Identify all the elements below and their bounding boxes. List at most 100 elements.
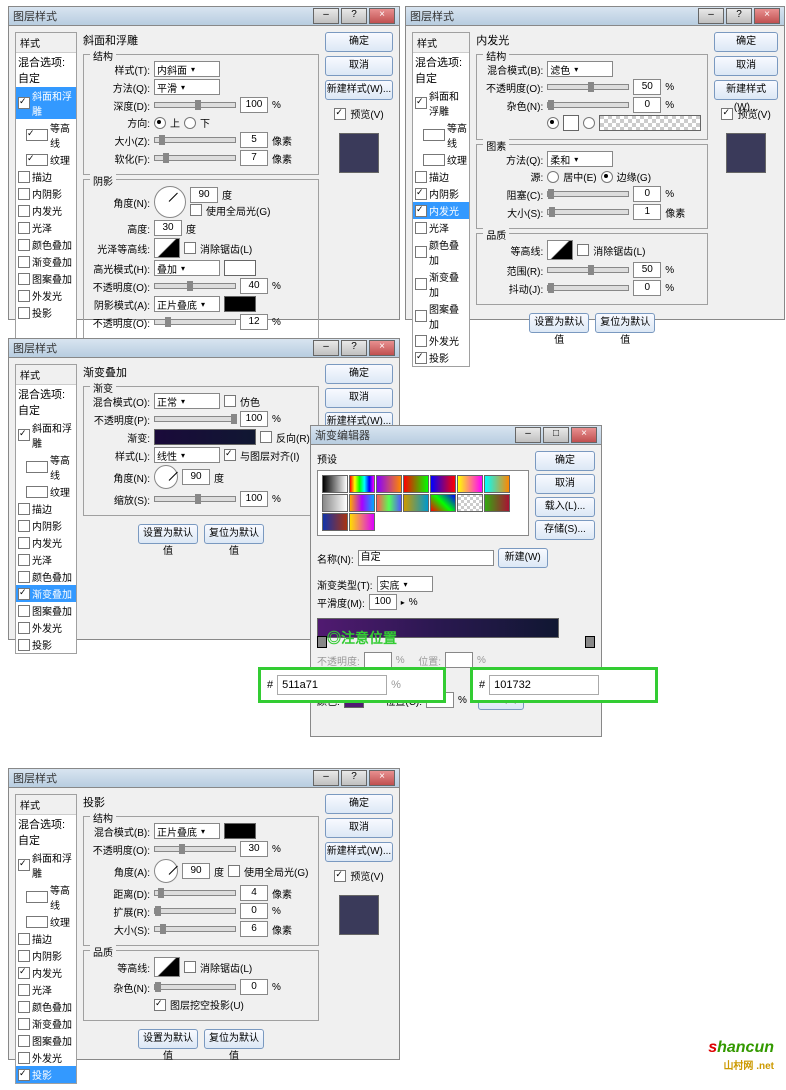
cancel-button[interactable]: 取消 (714, 56, 778, 76)
center-radio[interactable] (547, 171, 559, 183)
gradient-picker[interactable] (154, 429, 256, 445)
antialias-checkbox[interactable] (577, 244, 589, 256)
style-checkbox[interactable] (18, 1018, 30, 1030)
ge-new-button[interactable]: 新建(W) (498, 548, 548, 568)
style-checkbox[interactable] (18, 1035, 30, 1047)
style-item-11[interactable]: 投影 (16, 636, 76, 653)
scale-slider[interactable] (154, 496, 236, 502)
gloss-contour[interactable] (154, 238, 180, 258)
style-item-4[interactable]: 内阴影 (413, 185, 469, 202)
knockout-checkbox[interactable] (154, 999, 166, 1011)
set-default-button[interactable]: 设置为默认值 (138, 524, 198, 544)
style-item-11[interactable]: 投影 (413, 349, 469, 366)
maximize-icon[interactable]: □ (543, 427, 569, 443)
new-style-button[interactable]: 新建样式(W)... (325, 842, 393, 862)
dir-down-radio[interactable] (184, 117, 196, 129)
style-checkbox[interactable] (18, 950, 30, 962)
style-checkbox[interactable] (18, 622, 30, 634)
help-icon[interactable]: ? (341, 8, 367, 24)
style-item-9[interactable]: 图案叠加 (16, 1032, 76, 1049)
ok-button[interactable]: 确定 (325, 794, 393, 814)
opacity-slider[interactable] (154, 846, 236, 852)
hl-opacity-input[interactable]: 40 (240, 278, 268, 294)
preview-checkbox[interactable] (334, 870, 346, 882)
style-item-6[interactable]: 光泽 (413, 219, 469, 236)
minimize-icon[interactable]: – (515, 427, 541, 443)
style-checkbox[interactable] (18, 171, 30, 183)
close-icon[interactable]: × (754, 8, 780, 24)
style-checkbox[interactable] (18, 97, 30, 109)
style-item-0[interactable]: 斜面和浮雕 (16, 419, 76, 451)
style-item-8[interactable]: 渐变叠加 (413, 268, 469, 300)
style-item-7[interactable]: 颜色叠加 (16, 998, 76, 1015)
style-checkbox[interactable] (415, 205, 427, 217)
ok-button[interactable]: 确定 (325, 364, 393, 384)
style-item-8[interactable]: 渐变叠加 (16, 585, 76, 602)
soften-input[interactable]: 7 (240, 150, 268, 166)
depth-input[interactable]: 100 (240, 97, 268, 113)
style-item-3[interactable]: 描边 (413, 168, 469, 185)
style-checkbox[interactable] (18, 256, 30, 268)
style-checkbox[interactable] (18, 429, 30, 441)
style-checkbox[interactable] (18, 588, 30, 600)
style-item-1[interactable]: 等高线 (413, 119, 469, 151)
preset-swatch[interactable] (349, 494, 375, 512)
style-checkbox[interactable] (415, 171, 427, 183)
style-item-2[interactable]: 纹理 (16, 151, 76, 168)
sh-opacity-input[interactable]: 12 (240, 314, 268, 330)
style-checkbox[interactable] (415, 222, 427, 234)
cancel-button[interactable]: 取消 (325, 56, 393, 76)
angle-wheel[interactable] (154, 465, 178, 489)
opacity-input[interactable]: 100 (240, 411, 268, 427)
size-input[interactable]: 1 (633, 204, 661, 220)
blend-options-item[interactable]: 混合选项:自定 (16, 53, 76, 87)
minimize-icon[interactable]: – (313, 8, 339, 24)
style-checkbox[interactable] (18, 639, 30, 651)
style-item-5[interactable]: 内发光 (16, 534, 76, 551)
edge-radio[interactable] (601, 171, 613, 183)
style-checkbox[interactable] (18, 984, 30, 996)
style-checkbox[interactable] (18, 503, 30, 515)
noise-input[interactable]: 0 (240, 979, 268, 995)
color-stop-right[interactable] (585, 636, 595, 648)
style-item-3[interactable]: 描边 (16, 500, 76, 517)
style-item-0[interactable]: 斜面和浮雕 (413, 87, 469, 119)
angle-wheel[interactable] (154, 859, 178, 883)
style-checkbox[interactable] (18, 537, 30, 549)
smoothness-input[interactable]: 100 (369, 594, 397, 610)
ok-button[interactable]: 确定 (714, 32, 778, 52)
preset-swatch[interactable] (322, 494, 348, 512)
style-item-5[interactable]: 内发光 (413, 202, 469, 219)
style-item-0[interactable]: 斜面和浮雕 (16, 849, 76, 881)
scale-input[interactable]: 100 (240, 491, 268, 507)
preset-swatch[interactable] (376, 475, 402, 493)
angle-input[interactable]: 90 (182, 863, 210, 879)
style-checkbox[interactable] (18, 1001, 30, 1013)
close-icon[interactable]: × (571, 427, 597, 443)
blend-mode-combo[interactable]: 正常 (154, 393, 220, 409)
dither-checkbox[interactable] (224, 395, 236, 407)
style-item-9[interactable]: 图案叠加 (413, 300, 469, 332)
new-style-button[interactable]: 新建样式(W)... (714, 80, 778, 100)
range-input[interactable]: 50 (633, 262, 661, 278)
choke-slider[interactable] (547, 191, 629, 197)
color-stop-left[interactable] (317, 636, 327, 648)
style-checkbox[interactable] (26, 916, 48, 928)
style-item-4[interactable]: 内阴影 (16, 185, 76, 202)
style-checkbox[interactable] (415, 310, 427, 322)
style-checkbox[interactable] (26, 486, 48, 498)
style-item-2[interactable]: 纹理 (16, 483, 76, 500)
style-checkbox[interactable] (18, 520, 30, 532)
preset-swatch[interactable] (349, 475, 375, 493)
style-checkbox[interactable] (18, 239, 30, 251)
reverse-checkbox[interactable] (260, 431, 272, 443)
style-item-3[interactable]: 描边 (16, 930, 76, 947)
style-checkbox[interactable] (18, 205, 30, 217)
style-checkbox[interactable] (415, 246, 427, 258)
style-checkbox[interactable] (415, 188, 427, 200)
antialias-checkbox[interactable] (184, 242, 196, 254)
gradient-type-combo[interactable]: 实底 (377, 576, 433, 592)
altitude-input[interactable]: 30 (154, 220, 182, 236)
style-checkbox[interactable] (18, 571, 30, 583)
shadow-color-swatch[interactable] (224, 296, 256, 312)
